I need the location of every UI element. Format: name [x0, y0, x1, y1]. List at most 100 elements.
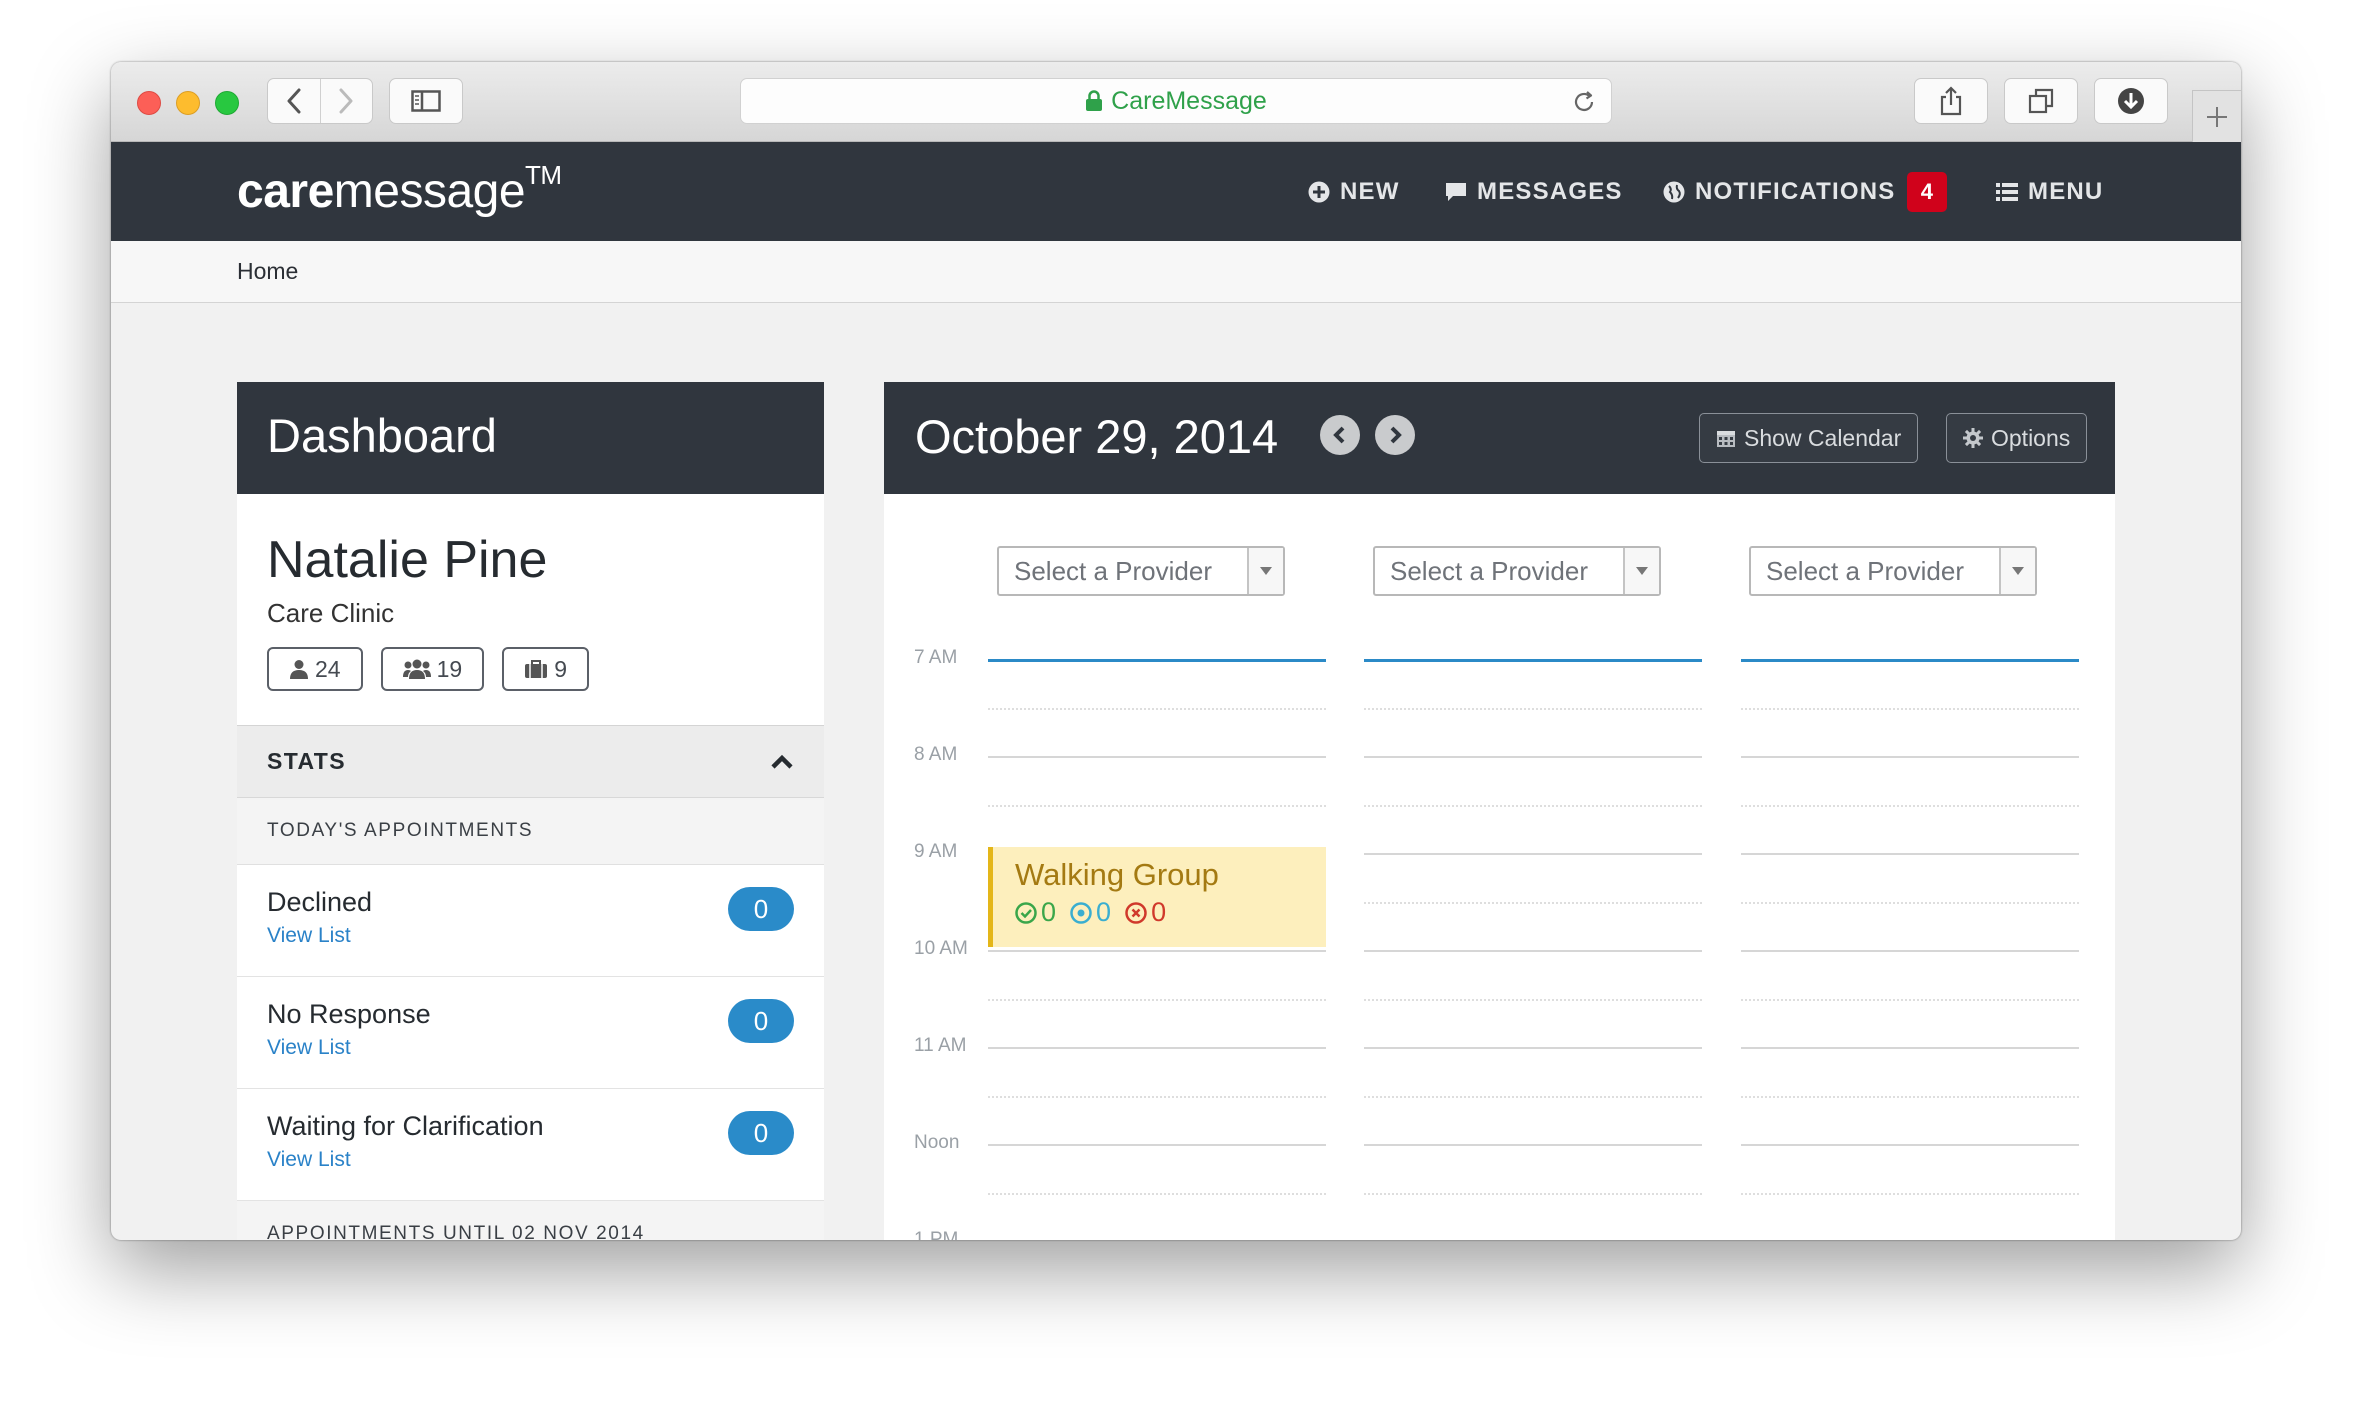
provider-select-3[interactable]: Select a Provider	[1749, 546, 2037, 596]
nav-menu[interactable]: MENU	[1996, 142, 2103, 241]
confirmed-count: 0	[1015, 897, 1056, 928]
downloads-button[interactable]	[2094, 78, 2168, 124]
user-name: Natalie Pine	[267, 531, 548, 589]
half-hour-line	[1741, 707, 2079, 710]
groups-count-button[interactable]: 19	[380, 647, 485, 691]
half-hour-line	[1741, 998, 2079, 1001]
hour-line	[1741, 756, 2079, 758]
count-badge: 0	[728, 887, 794, 931]
lock-icon	[1086, 90, 1103, 111]
nav-messages[interactable]: MESSAGES	[1445, 142, 1623, 241]
appointment-event[interactable]: Walking Group 0 0 0	[988, 847, 1326, 947]
caremessage-logo[interactable]: caremessageTM	[237, 160, 562, 219]
chevron-up-icon	[771, 754, 793, 769]
half-hour-line	[988, 1095, 1326, 1098]
address-text: CareMessage	[1111, 86, 1267, 115]
view-list-link[interactable]: View List	[267, 924, 351, 948]
count-badge: 0	[728, 1111, 794, 1155]
time-label: 10 AM	[914, 938, 968, 959]
reload-icon[interactable]	[1571, 89, 1597, 115]
address-bar[interactable]: CareMessage	[740, 78, 1612, 124]
time-label: Noon	[914, 1132, 960, 1153]
show-calendar-button[interactable]: Show Calendar	[1699, 413, 1919, 463]
profile-card: Natalie Pine Care Clinic 24 19 9	[237, 494, 824, 725]
hour-line	[1364, 1144, 1702, 1146]
nav-new[interactable]: NEW	[1308, 142, 1400, 241]
time-label: 8 AM	[914, 744, 958, 765]
breadcrumb-home[interactable]: Home	[237, 258, 298, 285]
back-button[interactable]	[268, 79, 320, 123]
chevron-left-icon	[287, 88, 301, 114]
current-time-line	[988, 659, 1326, 662]
calendar-icon	[1717, 431, 1735, 447]
provider-select-1[interactable]: Select a Provider	[997, 546, 1285, 596]
half-hour-line	[1741, 1095, 2079, 1098]
share-icon	[1940, 86, 1962, 116]
current-time-line	[1364, 659, 1702, 662]
view-list-link[interactable]: View List	[267, 1036, 351, 1060]
patients-count-button[interactable]: 24	[267, 647, 363, 691]
download-icon	[2118, 88, 2144, 114]
gear-icon	[1963, 428, 1983, 448]
hour-line	[1364, 756, 1702, 758]
stat-row-declined: Declined View List 0	[237, 865, 824, 977]
browser-toolbar: CareMessage	[111, 62, 2241, 142]
clinic-name: Care Clinic	[267, 598, 395, 628]
check-circle-icon	[1015, 901, 1037, 924]
stats-title: STATS	[267, 748, 346, 774]
show-tabs-button[interactable]	[2004, 78, 2078, 124]
count-badge: 0	[728, 999, 794, 1043]
stat-label: No Response	[267, 999, 431, 1029]
next-day-button[interactable]	[1375, 415, 1415, 455]
list-icon	[1996, 182, 2018, 201]
x-circle-icon	[1125, 901, 1147, 924]
half-hour-line	[1741, 901, 2079, 904]
breadcrumb: Home	[111, 241, 2241, 303]
view-list-link[interactable]: View List	[267, 1148, 351, 1172]
history-nav-group	[267, 78, 373, 124]
event-title: Walking Group	[1015, 857, 1219, 892]
time-label: 11 AM	[914, 1035, 967, 1056]
hour-line	[988, 950, 1326, 952]
comment-icon	[1446, 182, 1466, 201]
hour-line	[1364, 853, 1702, 855]
notifications-count-badge: 4	[1907, 171, 1948, 212]
count-buttons: 24 19 9	[267, 647, 794, 691]
forward-button[interactable]	[319, 79, 372, 123]
share-button[interactable]	[1914, 78, 1988, 124]
time-label: 7 AM	[914, 647, 958, 668]
caret-down-icon	[2012, 567, 2024, 575]
calendar-panel: October 29, 2014 Show Calendar Options S…	[884, 382, 2115, 1240]
calendar-header: October 29, 2014 Show Calendar Options	[884, 382, 2115, 494]
half-hour-line	[1741, 804, 2079, 807]
new-tab-button[interactable]	[2192, 90, 2241, 142]
appointments-until-heading: APPOINTMENTS UNTIL 02 NOV 2014	[237, 1201, 824, 1240]
providers-count-button[interactable]: 9	[502, 647, 589, 691]
caret-down-icon	[1636, 567, 1648, 575]
half-hour-line	[1364, 1192, 1702, 1195]
previous-day-button[interactable]	[1320, 415, 1360, 455]
dashboard-title: Dashboard	[237, 382, 824, 494]
chevron-right-icon	[339, 88, 353, 114]
zoom-window-button[interactable]	[215, 91, 239, 115]
hour-line	[1741, 950, 2079, 952]
minimize-window-button[interactable]	[176, 91, 200, 115]
tabs-icon	[2028, 88, 2054, 114]
provider-select-2[interactable]: Select a Provider	[1373, 546, 1661, 596]
calendar-date: October 29, 2014	[915, 410, 1279, 463]
close-window-button[interactable]	[137, 91, 161, 115]
globe-icon	[1663, 181, 1685, 202]
half-hour-line	[1364, 1095, 1702, 1098]
half-hour-line	[1364, 998, 1702, 1001]
plus-icon	[2207, 106, 2227, 127]
sidebar-toggle-button[interactable]	[389, 78, 463, 124]
stats-section-toggle[interactable]: STATS	[237, 725, 824, 798]
browser-window: CareMessage caremessageTM NEW MESSAGES N	[111, 62, 2241, 1240]
nav-notifications[interactable]: NOTIFICATIONS 4	[1663, 142, 1948, 241]
hour-line	[988, 756, 1326, 758]
stat-label: Declined	[267, 887, 373, 917]
hour-line	[1364, 1047, 1702, 1049]
time-label: 1 PM	[914, 1229, 959, 1240]
options-button[interactable]: Options	[1946, 413, 2088, 463]
app-header: caremessageTM NEW MESSAGES NOTIFICATIONS…	[111, 142, 2241, 241]
